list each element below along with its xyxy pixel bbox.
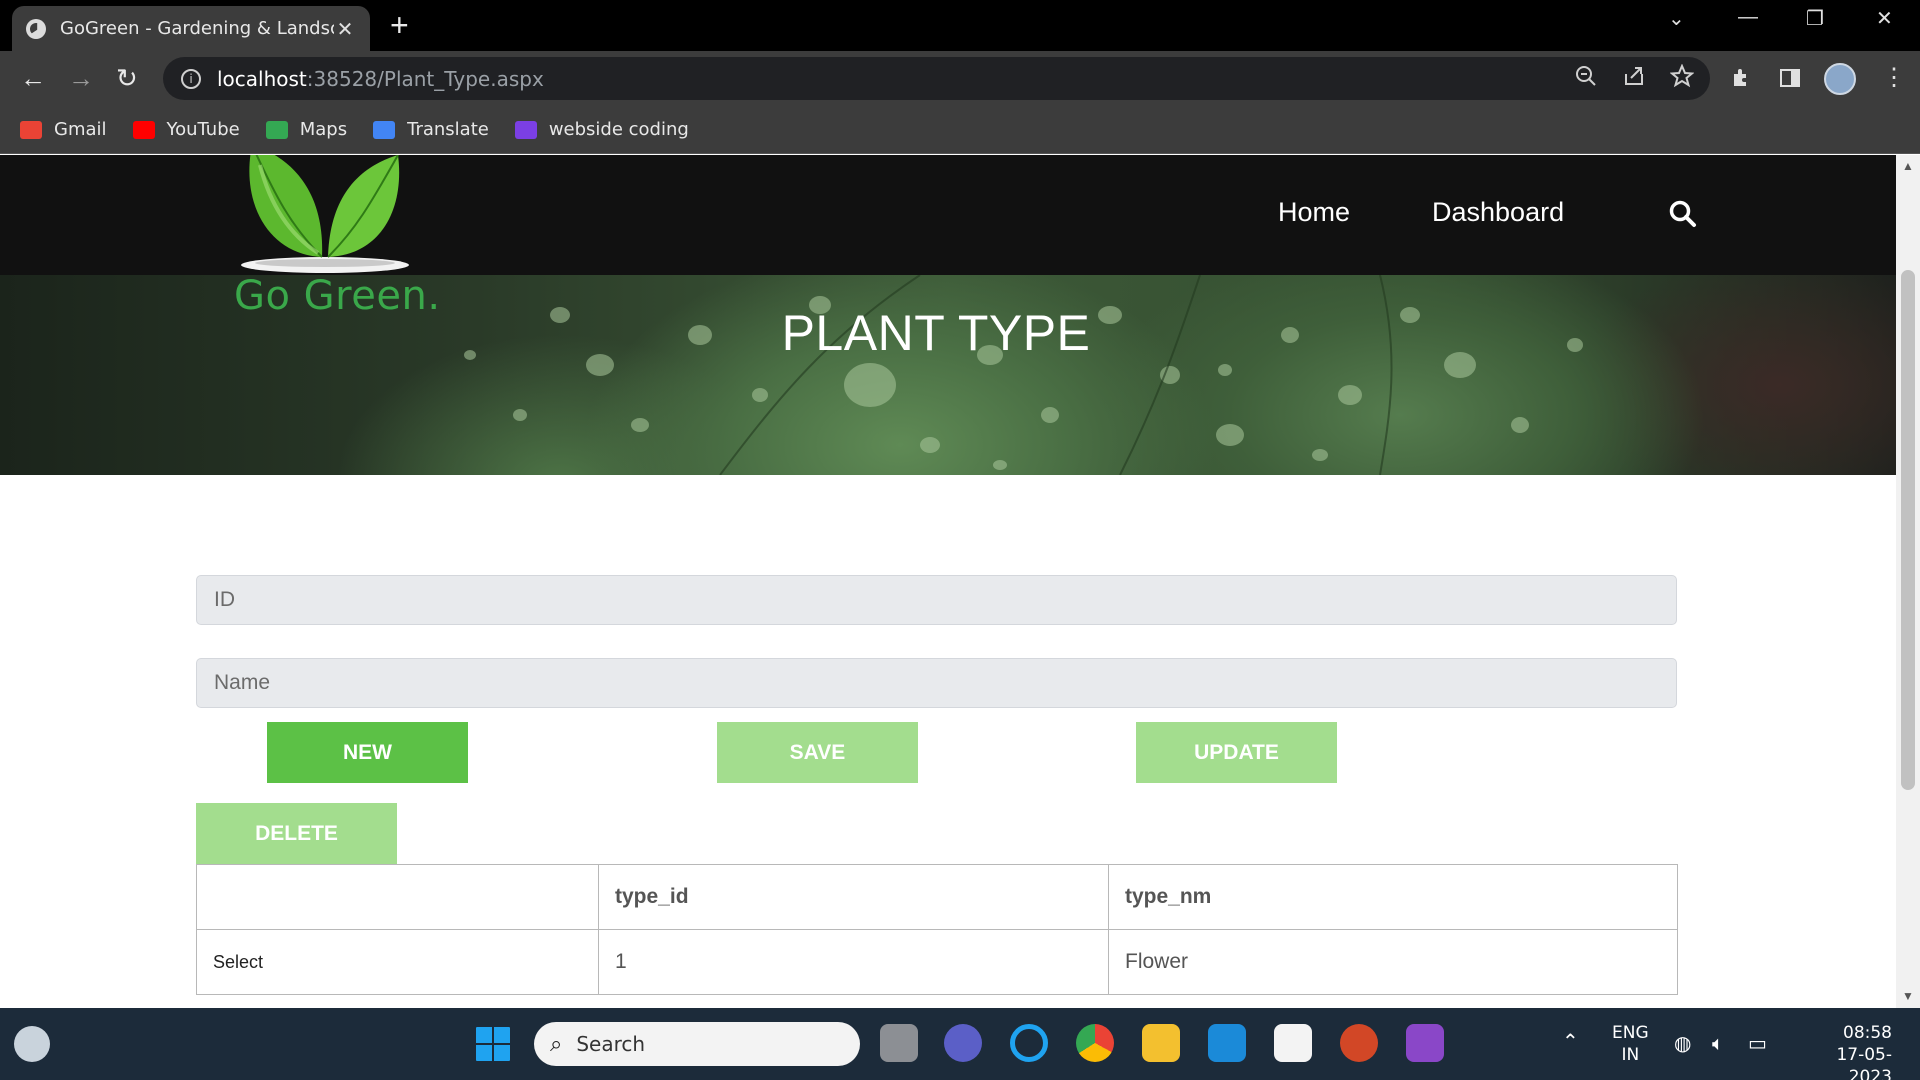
clock-date: 17-05-2023 <box>1836 1045 1892 1080</box>
gmail-icon <box>20 120 42 139</box>
url-path: :38528/Plant_Type.aspx <box>306 66 544 91</box>
microsoft-store-icon[interactable] <box>1274 1024 1312 1062</box>
cell-type-nm: Flower <box>1108 929 1678 995</box>
browser-tab-bar: GoGreen - Gardening & Landscap ✕ + ⌄ — ❐… <box>0 0 1920 51</box>
youtube-icon <box>132 120 155 139</box>
windows-taskbar: ⌕ Search ⌃ ENG IN ◍ 🔈︎ ▭ 08:58 17-05-202… <box>0 1008 1920 1080</box>
restore-icon[interactable]: ❐ <box>1806 6 1824 31</box>
search-icon: ⌕ <box>550 1031 563 1057</box>
site-info-icon[interactable]: i <box>181 68 201 89</box>
clock-time: 08:58 <box>1843 1023 1892 1043</box>
bookmark-translate[interactable]: Translate <box>373 119 489 140</box>
search-icon[interactable] <box>1668 199 1698 229</box>
side-panel-icon[interactable] <box>1778 66 1802 90</box>
bookmark-webside-coding[interactable]: webside coding <box>514 119 689 140</box>
bookmark-label: Maps <box>299 119 348 140</box>
profile-avatar[interactable] <box>1824 63 1856 95</box>
taskbar-search[interactable]: ⌕ Search <box>534 1022 860 1066</box>
bookmark-label: Translate <box>407 119 489 140</box>
table-header-row: type_id type_nm <box>196 864 1678 930</box>
update-button[interactable]: UPDATE <box>1136 722 1337 783</box>
new-tab-button[interactable]: + <box>390 8 409 42</box>
nav-home-link[interactable]: Home <box>1278 197 1350 228</box>
tab-title: GoGreen - Gardening & Landscap <box>60 18 334 39</box>
table-row: Select 1 Flower <box>196 929 1678 995</box>
volume-icon[interactable]: 🔈︎ <box>1712 1032 1724 1054</box>
bookmark-maps[interactable]: Maps <box>265 119 348 140</box>
windows-start-icon[interactable] <box>474 1025 512 1063</box>
tab-close-button[interactable]: ✕ <box>334 17 356 41</box>
language-indicator[interactable]: ENG IN <box>1612 1022 1649 1066</box>
tray-overflow-icon[interactable]: ⌃ <box>1562 1030 1579 1052</box>
page-scrollbar[interactable]: ▲ ▼ <box>1896 155 1920 1008</box>
task-view-icon[interactable] <box>880 1024 918 1062</box>
teams-chat-icon[interactable] <box>944 1024 982 1062</box>
column-header-type-nm: type_nm <box>1108 864 1678 930</box>
select-link[interactable]: Select <box>196 929 599 995</box>
back-icon[interactable]: ← <box>20 63 46 93</box>
translate-icon <box>373 120 396 139</box>
new-button[interactable]: NEW <box>267 722 468 783</box>
address-bar[interactable]: i localhost:38528/Plant_Type.aspx <box>163 57 1710 100</box>
network-icon[interactable]: ◍ <box>1674 1032 1691 1054</box>
minimize-icon[interactable]: — <box>1738 6 1758 29</box>
share-icon[interactable] <box>1622 64 1646 88</box>
powerpoint-icon[interactable] <box>1340 1024 1378 1062</box>
globe-icon <box>26 18 46 39</box>
column-header-action <box>196 864 599 930</box>
url-host: localhost <box>217 66 307 91</box>
delete-button[interactable]: DELETE <box>196 803 397 864</box>
cell-type-id: 1 <box>598 929 1109 995</box>
cortana-icon[interactable] <box>1010 1024 1048 1062</box>
window-close-icon[interactable]: ✕ <box>1876 6 1893 31</box>
site-header: Home Dashboard <box>0 155 1896 275</box>
visual-studio-icon[interactable] <box>1406 1024 1444 1062</box>
taskbar-search-label: Search <box>576 1032 646 1056</box>
scrollbar-thumb[interactable] <box>1901 270 1915 790</box>
logo-text: Go Green. <box>234 273 441 319</box>
scroll-up-icon[interactable]: ▲ <box>1902 159 1914 173</box>
maps-icon <box>265 120 288 139</box>
tab-search-chevron-icon[interactable]: ⌄ <box>1668 6 1685 31</box>
nav-dashboard-link[interactable]: Dashboard <box>1432 197 1564 228</box>
id-field[interactable] <box>196 575 1677 625</box>
myhp-icon[interactable] <box>1208 1024 1246 1062</box>
bookmark-youtube[interactable]: YouTube <box>132 119 240 140</box>
lang-bottom: IN <box>1621 1045 1640 1065</box>
bookmark-star-icon[interactable] <box>1670 64 1694 88</box>
name-field[interactable] <box>196 658 1677 708</box>
column-header-type-id: type_id <box>598 864 1109 930</box>
weather-icon[interactable] <box>14 1026 50 1062</box>
reload-icon[interactable]: ↻ <box>116 63 138 93</box>
extensions-puzzle-icon[interactable] <box>1730 66 1754 90</box>
browser-toolbar: ← → ↻ i localhost:38528/Plant_Type.aspx … <box>0 51 1920 106</box>
forward-icon[interactable]: → <box>68 63 94 93</box>
save-button[interactable]: SAVE <box>717 722 918 783</box>
bookmark-gmail[interactable]: Gmail <box>20 119 107 140</box>
chrome-icon[interactable] <box>1076 1024 1114 1062</box>
battery-icon[interactable]: ▭ <box>1748 1032 1767 1054</box>
scroll-down-icon[interactable]: ▼ <box>1902 989 1914 1003</box>
plant-type-table: type_id type_nm Select 1 Flower <box>196 864 1678 995</box>
zoom-icon[interactable] <box>1574 64 1598 88</box>
page-viewport: Home Dashboard Go Green. PLANT TYPE ID N… <box>0 155 1896 1008</box>
bookmark-label: YouTube <box>166 119 240 140</box>
lang-top: ENG <box>1612 1023 1649 1043</box>
browser-tab[interactable]: GoGreen - Gardening & Landscap ✕ <box>12 6 370 51</box>
clock[interactable]: 08:58 17-05-2023 <box>1796 1022 1892 1080</box>
browser-menu-icon[interactable]: ⋮ <box>1882 63 1906 92</box>
bootstrap-icon <box>514 120 537 139</box>
bookmark-label: webside coding <box>548 119 689 140</box>
bookmark-label: Gmail <box>54 119 107 140</box>
bookmarks-bar: Gmail YouTube Maps Translate webside cod… <box>0 106 1920 154</box>
file-explorer-icon[interactable] <box>1142 1024 1180 1062</box>
